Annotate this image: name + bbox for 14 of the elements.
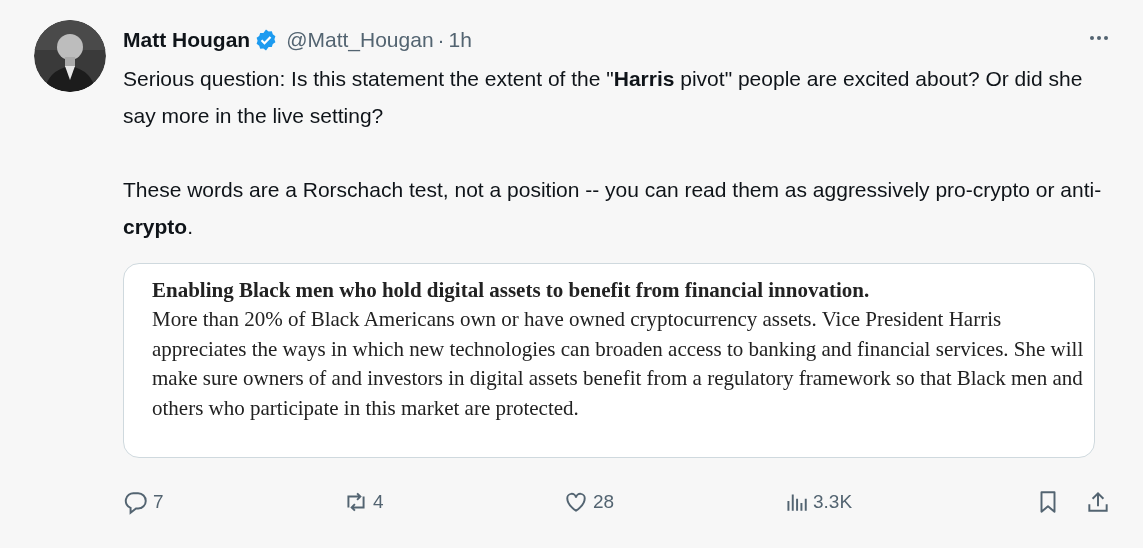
attached-image[interactable] bbox=[123, 263, 1095, 458]
views-button[interactable]: 3.3K bbox=[783, 488, 853, 517]
reply-button[interactable]: 7 bbox=[123, 488, 343, 517]
author-handle[interactable]: @Matt_Hougan bbox=[286, 24, 434, 56]
document-heading: Enabling Black men who hold digital assets to benefit from financial innovation. bbox=[152, 277, 871, 304]
like-button[interactable]: 28 bbox=[563, 488, 783, 517]
post-text: These words are a Rorschach test, not a position -- you can read them as aggressively pro-crypto or anti-crypto. bbox=[123, 177, 1103, 240]
repost-button[interactable]: 4 bbox=[343, 488, 563, 517]
document-paragraph: More than 20% of Black Americans own or have owned cryptocurrency assets. Vice President Harris appreciates the ways in which new technologies can broaden access to banking and financial services. She will make sure owners of and investors in digital assets benefit from a regulatory framework so that Black men and others who participate in this market are protected. bbox=[152, 306, 1085, 422]
separator-dot: · bbox=[437, 27, 445, 54]
author-name[interactable]: Matt Hougan bbox=[123, 24, 251, 56]
post-text: Serious question: Is this statement the extent of the "Harris pivot" people are excited about? Or did she say more in the live setting? bbox=[123, 66, 1084, 129]
speech-bubble-icon bbox=[123, 489, 149, 516]
post-time[interactable]: 1h bbox=[448, 24, 472, 56]
